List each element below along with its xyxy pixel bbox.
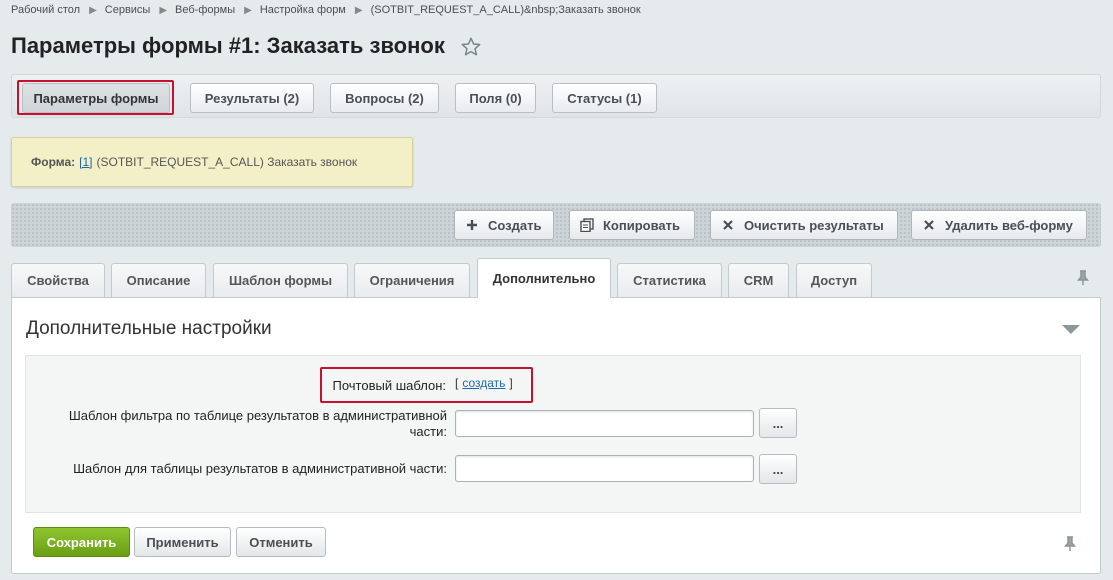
breadcrumb-item[interactable]: Сервисы bbox=[105, 4, 151, 16]
cancel-button[interactable]: Отменить bbox=[236, 527, 326, 557]
copy-icon bbox=[580, 218, 594, 232]
filter-template-browse-button[interactable]: ... bbox=[759, 408, 797, 438]
form-info-box: Форма: [1] (SOTBIT_REQUEST_A_CALL) Заказ… bbox=[11, 137, 413, 187]
save-button[interactable]: Сохранить bbox=[33, 527, 130, 557]
tab-results[interactable]: Результаты (2) bbox=[190, 83, 314, 113]
create-button[interactable]: Создать bbox=[454, 210, 554, 240]
tab-fields[interactable]: Поля (0) bbox=[455, 83, 536, 113]
pin-icon[interactable] bbox=[1077, 270, 1089, 286]
table-template-browse-button[interactable]: ... bbox=[759, 454, 797, 484]
mail-template-label: Почтовый шаблон: bbox=[332, 378, 447, 393]
form-id-link[interactable]: [1] bbox=[79, 155, 92, 169]
collapse-arrow-icon[interactable] bbox=[1062, 325, 1080, 334]
delete-form-button[interactable]: Удалить веб-форму bbox=[911, 210, 1087, 240]
tab-statuses[interactable]: Статусы (1) bbox=[552, 83, 657, 113]
form-info-text: (SOTBIT_REQUEST_A_CALL) Заказать звонок bbox=[96, 155, 358, 169]
clear-results-label: Очистить результаты bbox=[744, 217, 884, 233]
filter-template-label: Шаблон фильтра по таблице результатов в … bbox=[68, 408, 447, 439]
tab-form-params[interactable]: Параметры формы bbox=[22, 83, 170, 113]
tab-additional[interactable]: Дополнительно bbox=[477, 258, 611, 298]
section-title: Дополнительные настройки bbox=[26, 318, 272, 339]
tab-access[interactable]: Доступ bbox=[796, 263, 872, 297]
chevron-right-icon: ▶ bbox=[89, 5, 97, 16]
filter-template-input[interactable] bbox=[455, 410, 754, 437]
form-info-label: Форма: bbox=[31, 155, 76, 169]
breadcrumb-item: (SOTBIT_REQUEST_A_CALL)&nbsp;Заказать зв… bbox=[370, 4, 641, 16]
create-button-label: Создать bbox=[488, 217, 542, 233]
mail-template-action: [создать] bbox=[455, 376, 513, 390]
tab-description[interactable]: Описание bbox=[111, 263, 206, 297]
copy-button-label: Копировать bbox=[603, 217, 681, 233]
page-title: Параметры формы #1: Заказать звонок bbox=[11, 33, 445, 58]
pin-icon[interactable] bbox=[1064, 536, 1076, 552]
clear-results-button[interactable]: Очистить результаты bbox=[710, 210, 898, 240]
create-mail-template-link[interactable]: создать bbox=[462, 376, 505, 390]
chevron-right-icon: ▶ bbox=[354, 5, 363, 16]
tab-statistics[interactable]: Статистика bbox=[617, 263, 722, 297]
tab-questions[interactable]: Вопросы (2) bbox=[330, 83, 439, 113]
breadcrumb-item[interactable]: Рабочий стол bbox=[11, 4, 80, 16]
plus-icon bbox=[467, 220, 477, 230]
star-icon[interactable] bbox=[460, 36, 482, 58]
delete-form-label: Удалить веб-форму bbox=[945, 217, 1073, 233]
tab-form-template[interactable]: Шаблон формы bbox=[213, 263, 348, 297]
bracket-open: [ bbox=[455, 376, 459, 390]
table-template-label: Шаблон для таблицы результатов в админис… bbox=[73, 461, 447, 476]
tab-restrictions[interactable]: Ограничения bbox=[354, 263, 470, 297]
close-icon bbox=[924, 220, 934, 230]
copy-button[interactable]: Копировать bbox=[569, 210, 695, 240]
chevron-right-icon: ▶ bbox=[244, 5, 252, 16]
close-icon bbox=[723, 220, 733, 230]
chevron-right-icon: ▶ bbox=[159, 5, 168, 16]
tab-properties[interactable]: Свойства bbox=[11, 263, 105, 297]
table-template-input[interactable] bbox=[455, 455, 754, 482]
breadcrumb-item[interactable]: Настройка форм bbox=[260, 4, 346, 16]
bracket-close: ] bbox=[509, 376, 513, 390]
apply-button[interactable]: Применить bbox=[134, 527, 231, 557]
breadcrumb: Рабочий стол ▶ Сервисы ▶ Веб-формы ▶ Настройка… bbox=[11, 4, 641, 16]
tab-crm[interactable]: CRM bbox=[728, 263, 789, 297]
breadcrumb-item[interactable]: Веб-формы bbox=[175, 4, 235, 16]
